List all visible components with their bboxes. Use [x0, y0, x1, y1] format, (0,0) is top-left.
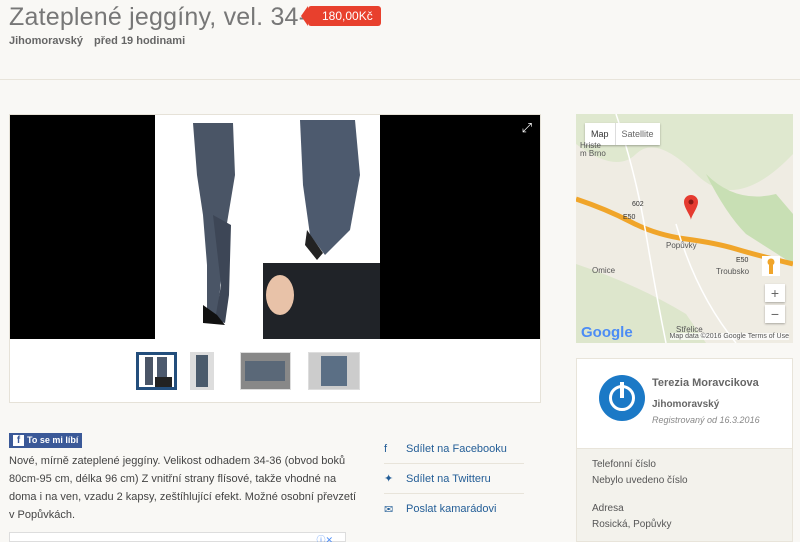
main-photo[interactable]: ⤢	[10, 115, 540, 339]
share-email-link[interactable]: ✉ Poslat kamarádovi	[384, 494, 524, 524]
listing-title: Zateplené jeggíny, vel. 34-36	[9, 3, 336, 31]
seller-contact-info: Telefonní číslo Nebylo uvedeno číslo Adr…	[577, 449, 792, 541]
thumbnail-1[interactable]	[136, 352, 177, 390]
map-canvas[interactable]	[576, 114, 793, 343]
address-label: Adresa	[592, 503, 624, 514]
share-facebook-link[interactable]: f Sdílet na Facebooku	[384, 434, 524, 464]
twitter-icon: ✦	[384, 473, 394, 485]
listing-description: Nové, mírně zateplené jeggíny. Velikost …	[9, 455, 357, 521]
ad-banner[interactable]: ⓘ✕	[9, 532, 346, 542]
map-label-troubsko: Troubsko	[716, 267, 750, 276]
map-terms-link[interactable]: Terms of Use	[748, 333, 789, 340]
share-facebook-label: Sdílet na Facebooku	[406, 442, 507, 455]
thumbnail-image	[309, 353, 359, 389]
thumbnail-image	[139, 355, 174, 387]
map-label-e50-west: E50	[623, 214, 636, 221]
seller-card: Terezia Moravcikova Jihomoravský Registr…	[576, 358, 793, 542]
share-twitter-link[interactable]: ✦ Sdílet na Twitteru	[384, 464, 524, 494]
envelope-icon: ✉	[384, 503, 394, 516]
fullscreen-icon[interactable]: ⤢	[522, 120, 532, 136]
zoom-in-button[interactable]: +	[765, 284, 785, 302]
map-data-credit: Map data ©2016 Google	[669, 333, 746, 340]
location-map[interactable]: Map Satellite Hriste m Brno 602 E50 E50 …	[576, 114, 793, 343]
price-badge: 180,00Kč	[301, 6, 381, 26]
listing-region: Jihomoravský	[9, 35, 83, 47]
facebook-icon: f	[13, 435, 24, 446]
map-label-omice: Omice	[592, 266, 616, 275]
phone-value: Nebylo uvedeno číslo	[592, 475, 688, 486]
seller-name[interactable]: Terezia Moravcikova	[652, 377, 759, 389]
facebook-icon: f	[384, 442, 388, 455]
thumbnail-image	[241, 353, 290, 389]
thumbnail-4[interactable]	[308, 352, 360, 390]
thumbnail-3[interactable]	[240, 352, 291, 390]
thumbnail-image	[191, 353, 213, 389]
map-attribution: Map data ©2016 Google Terms of Use	[669, 333, 789, 340]
tab-satellite[interactable]: Satellite	[614, 123, 660, 145]
thumbnail-2[interactable]	[190, 352, 214, 390]
google-logo: Google	[581, 324, 633, 341]
address-value: Rosická, Popůvky	[592, 519, 672, 530]
map-label-popuvky: Popůvky	[666, 241, 697, 250]
zoom-out-button[interactable]: −	[765, 305, 785, 323]
avatar[interactable]	[599, 375, 645, 421]
share-links: f Sdílet na Facebooku ✦ Sdílet na Twitte…	[384, 434, 524, 524]
adchoices-icon[interactable]: ⓘ✕	[316, 533, 333, 542]
map-label-602: 602	[632, 201, 644, 208]
seller-region: Jihomoravský	[652, 399, 720, 410]
listing-posted-time: před 19 hodinami	[94, 35, 186, 47]
seller-registered: Registrovaný od 16.3.2016	[652, 415, 760, 425]
map-label-brno: m Brno	[580, 149, 606, 158]
seller-profile: Terezia Moravcikova Jihomoravský Registr…	[577, 359, 792, 449]
photo-gallery: ⤢	[9, 114, 541, 403]
like-label: To se mi líbí	[27, 435, 79, 445]
share-email-label: Poslat kamarádovi	[406, 503, 497, 515]
map-label-e50-east: E50	[736, 257, 749, 264]
listing-meta: Jihomoravský před 19 hodinami	[9, 35, 185, 47]
listing-header: Zateplené jeggíny, vel. 34-36 180,00Kč J…	[0, 0, 800, 80]
share-twitter-label: Sdílet na Twitteru	[406, 472, 491, 485]
facebook-like-button[interactable]: f To se mi líbí	[9, 433, 83, 448]
product-photo	[155, 115, 380, 339]
phone-label: Telefonní číslo	[592, 459, 656, 470]
